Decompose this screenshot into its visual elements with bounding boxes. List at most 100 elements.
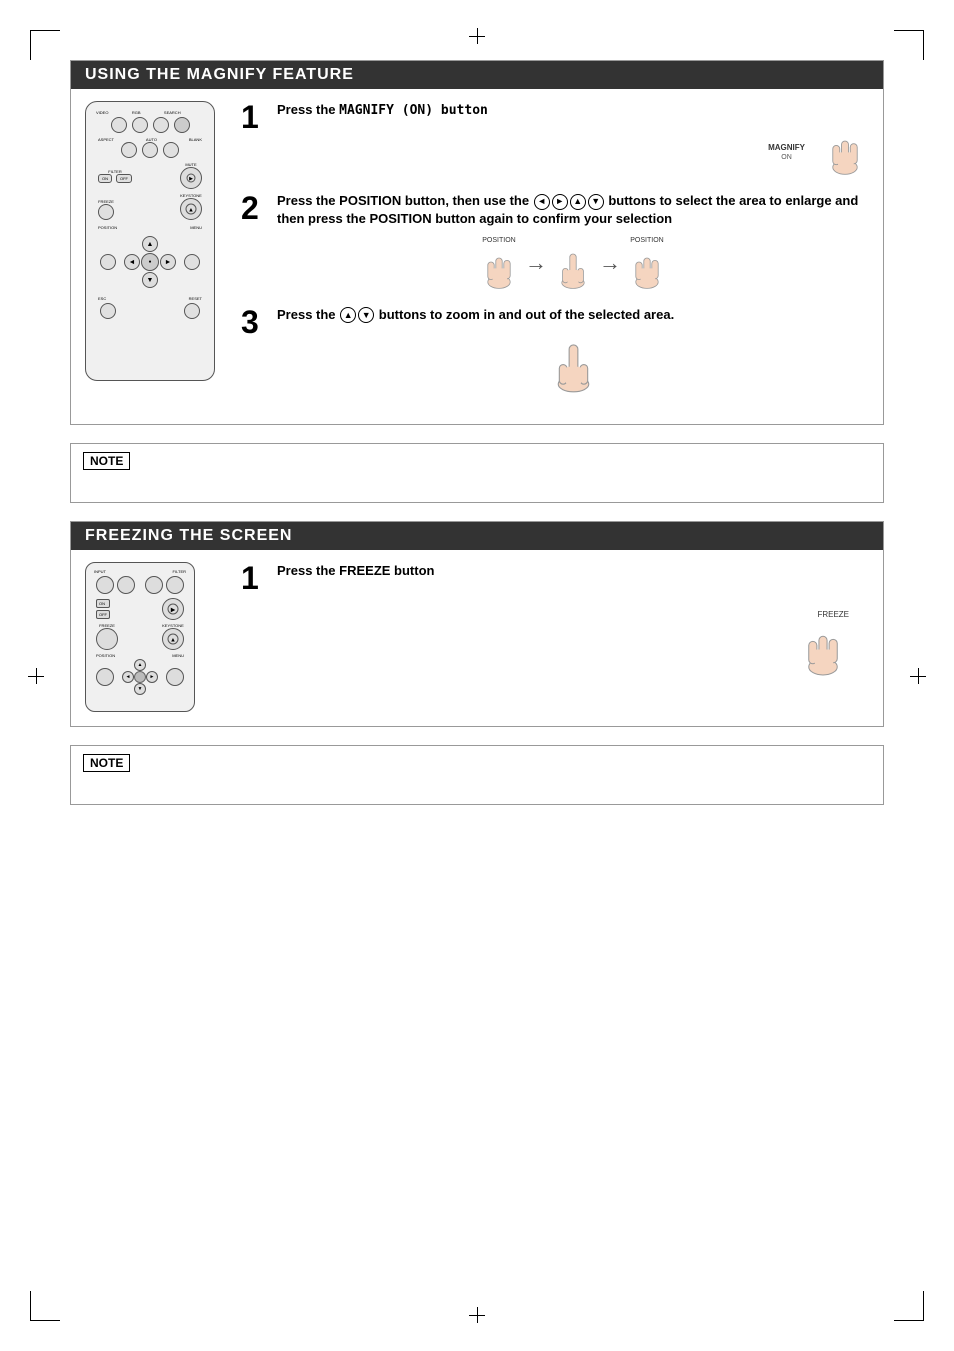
svg-text:▶: ▶ <box>189 176 193 182</box>
nav-hand-area <box>553 237 593 290</box>
label-search: SEARCH <box>164 110 181 115</box>
btn-blank <box>163 142 179 158</box>
remote-small-freeze: INPUT FILTER <box>85 562 195 712</box>
step1-text: Press the MAGNIFY (ON) button <box>277 101 869 120</box>
freeze-icon-area: FREEZE <box>241 610 869 677</box>
magnify-step1: 1 Press the MAGNIFY (ON) button MAGNIFY … <box>241 101 869 176</box>
pos-menu-row-freeze: ▲ ▼ ◄ ► <box>92 659 188 695</box>
btn-filter-r1 <box>145 576 163 594</box>
freeze-remote-top-labels: INPUT FILTER <box>92 569 188 574</box>
hand-icon-pos2 <box>627 246 667 290</box>
pos-menu-labels: POSITION MENU <box>94 225 206 230</box>
btn-on <box>174 117 190 133</box>
step3-number: 3 <box>241 306 267 338</box>
esc-reset-row <box>94 303 206 319</box>
keystone-area: KEYSTONE ▲ <box>180 193 202 220</box>
magnify-step2: 2 Press the POSITION button, then use th… <box>241 192 869 289</box>
magnify-on-btn-area: MAGNIFY ON <box>768 143 805 161</box>
step2-number: 2 <box>241 192 267 224</box>
pos-label-2: POSITION <box>627 237 667 290</box>
btn-freeze-small <box>96 628 118 650</box>
step3-icons <box>277 334 869 394</box>
svg-text:▲: ▲ <box>170 637 176 643</box>
btn-rgb <box>132 117 148 133</box>
mute-icon: ▶ <box>186 173 196 183</box>
btn-aspect <box>121 142 137 158</box>
btn-keystone: ▲ <box>180 198 202 220</box>
nav-cluster-freeze: ▲ ▼ ◄ ► <box>122 659 158 695</box>
magnify-steps: 1 Press the MAGNIFY (ON) button MAGNIFY … <box>241 101 869 410</box>
freeze-step1-content: Press the FREEZE button <box>277 562 869 588</box>
pos-menu-row: ▲ ▼ ◄ ► ● <box>94 232 206 292</box>
remote-illustration-magnify: VIDEO RGB SEARCH ASPECT <box>85 101 225 410</box>
btn-position <box>100 254 116 270</box>
freeze-btn-label: FREEZE <box>817 610 849 619</box>
btn-input-1 <box>96 576 114 594</box>
svg-text:▶: ▶ <box>171 607 176 613</box>
freeze-top-row <box>92 576 188 594</box>
step2-text: Press the POSITION button, then use the … <box>277 192 869 228</box>
btn-mute: ▶ <box>180 167 202 189</box>
label-video: VIDEO <box>96 110 108 115</box>
freeze-section-content: INPUT FILTER <box>71 550 883 726</box>
mute-icon-freeze: ▶ <box>167 603 179 615</box>
freeze-steps: 1 Press the FREEZE button FREEZE <box>241 562 869 712</box>
magnify-label: MAGNIFY <box>768 143 805 152</box>
freeze-mid-row: ON OFF ▶ <box>92 598 188 620</box>
freeze-step1-text: Press the FREEZE button <box>277 562 869 580</box>
input-btns <box>96 576 135 594</box>
mute-area: MUTE ▶ <box>180 162 202 189</box>
remote-top-btn-row <box>94 117 206 133</box>
btn-filter-on: ON <box>98 174 112 183</box>
btn-esc <box>100 303 116 319</box>
remote-top-labels: VIDEO RGB SEARCH <box>94 110 206 115</box>
freeze-section: FREEZING THE SCREEN INPUT FILTER <box>70 521 884 727</box>
magnify-step3: 3 Press the ▲▼ buttons to zoom in and ou… <box>241 306 869 394</box>
btn-filter-r2 <box>166 576 184 594</box>
freeze-step1-number: 1 <box>241 562 267 594</box>
btn-filter-off: OFF <box>116 174 132 183</box>
btn-ks-small: ▲ <box>162 628 184 650</box>
pos-menu-labels-freeze: POSITION MENU <box>92 653 188 658</box>
btn-reset <box>184 303 200 319</box>
label-rgb: RGB <box>132 110 141 115</box>
btn-search <box>153 117 169 133</box>
btn-menu-f <box>166 668 184 686</box>
keystone-icon: ▲ <box>185 203 197 215</box>
step3-content: Press the ▲▼ buttons to zoom in and out … <box>277 306 869 394</box>
step3-text: Press the ▲▼ buttons to zoom in and out … <box>277 306 869 324</box>
magnify-note-box: NOTE <box>70 443 884 503</box>
remote-illustration-freeze: INPUT FILTER <box>85 562 225 712</box>
esc-reset-labels: ESC RESET <box>94 296 206 301</box>
btn-freeze-remote <box>98 204 114 220</box>
remote-row-2 <box>94 142 206 158</box>
btn-menu <box>184 254 200 270</box>
magnify-section-content: VIDEO RGB SEARCH ASPECT <box>71 89 883 424</box>
hand-icon-nav <box>553 246 593 290</box>
arrow-1: → <box>525 250 547 276</box>
btn-f-on: ON <box>96 599 110 608</box>
freeze-btn-cluster: FREEZE <box>96 623 118 650</box>
on-sublabel: ON <box>781 154 792 161</box>
arrow-2: → <box>599 250 621 276</box>
nav-down: ▼ <box>142 272 158 288</box>
btn-pos-f <box>96 668 114 686</box>
hand-icon-pos1 <box>479 246 519 290</box>
magnify-section-header: USING THE MAGNIFY FEATURE <box>71 61 883 89</box>
freeze-ks-row: FREEZE KEYSTONE ▲ <box>92 623 188 650</box>
freeze-note-label: NOTE <box>83 754 130 772</box>
step1-number: 1 <box>241 101 267 133</box>
freeze-keystone-row: FREEZE KEYSTONE ▲ <box>94 193 206 220</box>
remote-body-magnify: VIDEO RGB SEARCH ASPECT <box>85 101 215 381</box>
filter-row: FILTER ON OFF MUTE ▶ <box>94 162 206 189</box>
svg-text:▲: ▲ <box>188 208 194 214</box>
nav-cluster: ▲ ▼ ◄ ► ● <box>124 236 176 288</box>
nav-up: ▲ <box>142 236 158 252</box>
page-content: USING THE MAGNIFY FEATURE VIDEO RGB SEAR… <box>0 0 954 1351</box>
step1-icons: MAGNIFY ON <box>277 128 869 176</box>
freeze-note-box: NOTE <box>70 745 884 805</box>
filter-remote-btns <box>145 576 184 594</box>
hand-icon-freeze <box>797 621 849 677</box>
magnify-note-label: NOTE <box>83 452 130 470</box>
step1-content: Press the MAGNIFY (ON) button MAGNIFY ON <box>277 101 869 176</box>
